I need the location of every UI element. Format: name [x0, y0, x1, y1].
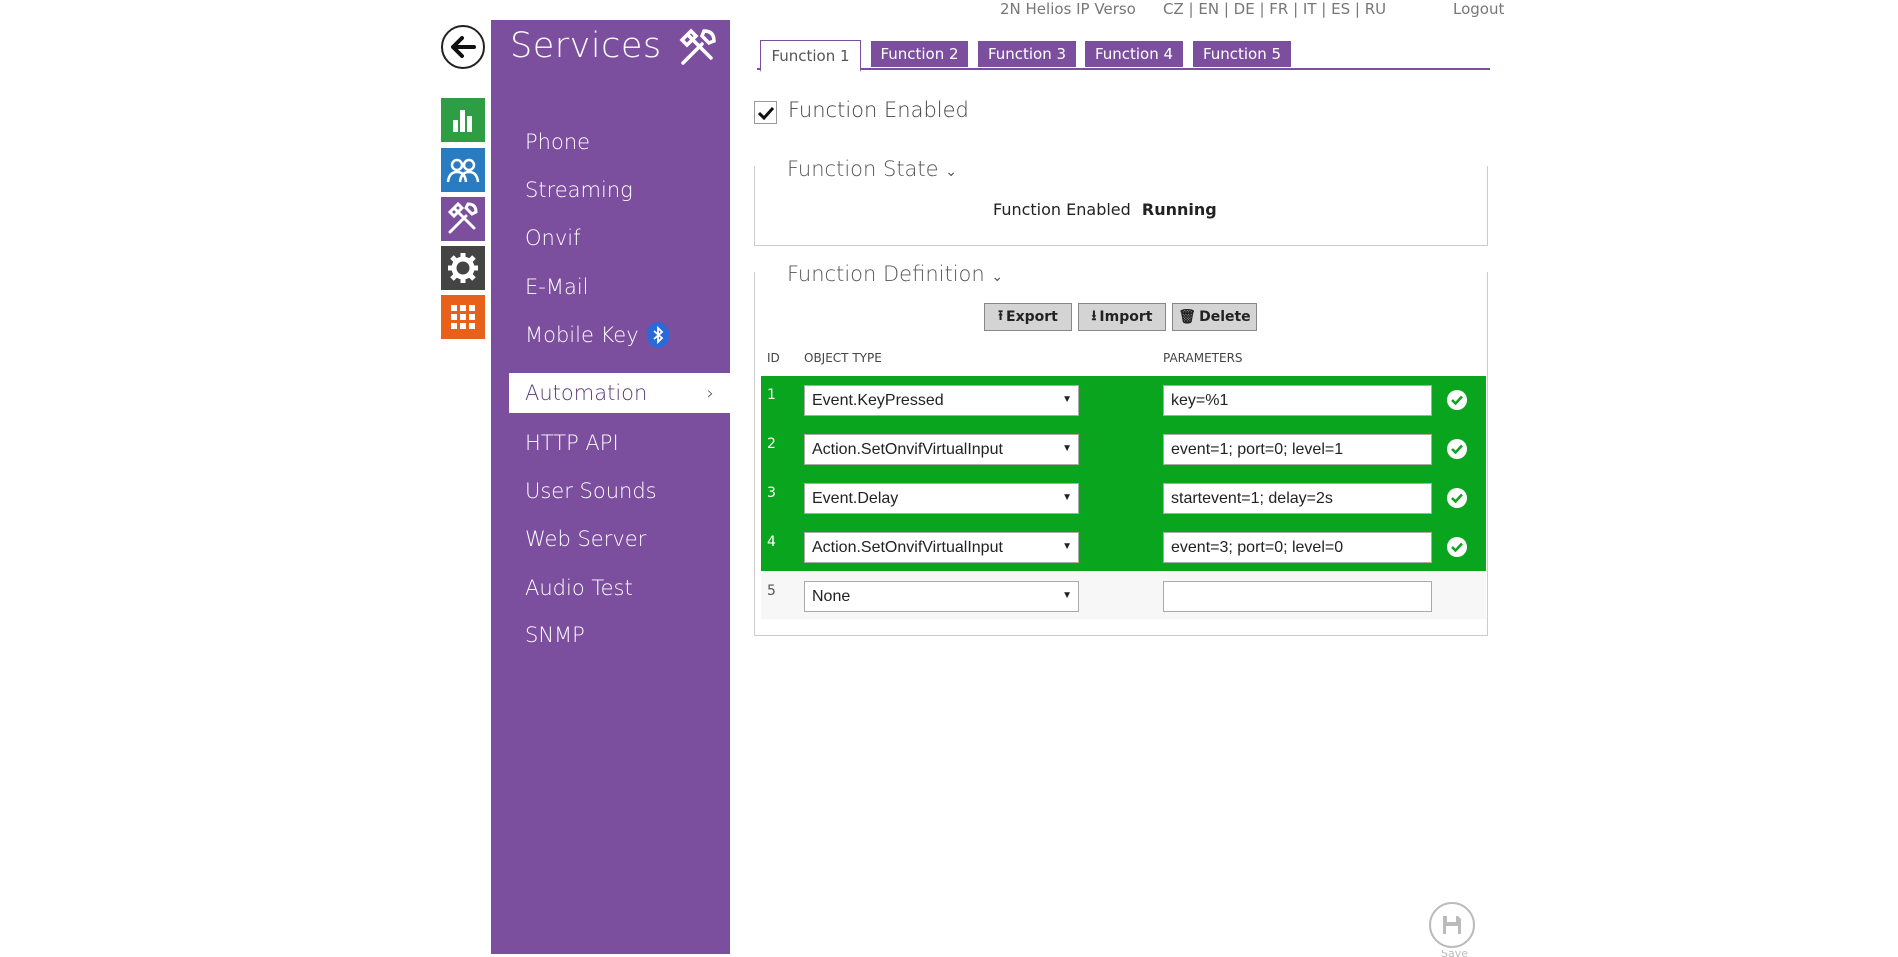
parameters-input[interactable]: startevent=1; delay=2s: [1163, 483, 1432, 514]
parameters-input[interactable]: key=%1: [1163, 385, 1432, 416]
tab-function-4[interactable]: Function 4: [1085, 41, 1183, 67]
column-header-parameters: PARAMETERS: [1163, 351, 1243, 365]
dropdown-arrow-icon: ▼: [1062, 443, 1072, 454]
tab-function-1[interactable]: Function 1: [760, 40, 861, 72]
row-id: 5: [767, 583, 776, 599]
object-type-select[interactable]: Action.SetOnvifVirtualInput ▼: [804, 532, 1079, 563]
parameters-input[interactable]: event=1; port=0; level=1: [1163, 434, 1432, 465]
row-id: 4: [767, 534, 776, 550]
sidebar-item-snmp[interactable]: SNMP: [525, 623, 585, 647]
export-button[interactable]: ⭱ Export: [984, 303, 1072, 331]
function-tabs: Function 1 Function 2 Function 3 Functio…: [757, 40, 1490, 72]
state-label: Function Enabled: [993, 200, 1131, 219]
lang-fr[interactable]: FR: [1269, 0, 1288, 18]
select-value: Event.KeyPressed: [812, 391, 944, 409]
trash-icon: 🗑: [1178, 309, 1197, 325]
check-circle-icon: [1447, 439, 1467, 459]
logout-link[interactable]: Logout: [1453, 0, 1504, 18]
chevron-down-icon: ⌄: [991, 269, 1004, 285]
object-type-select[interactable]: None ▼: [804, 581, 1079, 612]
hardware-icon[interactable]: [441, 246, 485, 290]
tools-icon: [678, 28, 718, 72]
check-circle-icon: [1447, 390, 1467, 410]
select-value: Action.SetOnvifVirtualInput: [812, 538, 1003, 556]
check-circle-icon: [1447, 537, 1467, 557]
dropdown-arrow-icon: ▼: [1062, 394, 1072, 405]
parameters-input[interactable]: event=3; port=0; level=0: [1163, 532, 1432, 563]
row-id: 3: [767, 485, 776, 501]
arrow-left-icon: [451, 36, 476, 58]
object-type-select[interactable]: Event.Delay ▼: [804, 483, 1079, 514]
sidebar-title: Services: [510, 26, 662, 66]
dropdown-arrow-icon: ▼: [1062, 541, 1072, 552]
parameters-input[interactable]: [1163, 581, 1432, 612]
lang-en[interactable]: EN: [1198, 0, 1219, 18]
lang-es[interactable]: ES: [1331, 0, 1350, 18]
delete-button[interactable]: 🗑 Delete: [1172, 303, 1257, 331]
select-value: None: [812, 587, 851, 605]
bluetooth-icon: [646, 322, 669, 348]
directory-icon[interactable]: [441, 148, 485, 192]
section-title: Function State: [787, 157, 939, 181]
lang-cz[interactable]: CZ: [1163, 0, 1184, 18]
sidebar-item-onvif[interactable]: Onvif: [525, 226, 581, 250]
lang-de[interactable]: DE: [1234, 0, 1255, 18]
import-button[interactable]: ⭳ Import: [1078, 303, 1166, 331]
button-label: Import: [1099, 309, 1153, 325]
select-value: Action.SetOnvifVirtualInput: [812, 440, 1003, 458]
sidebar-item-http-api[interactable]: HTTP API: [525, 431, 619, 455]
device-name: 2N Helios IP Verso: [1000, 0, 1136, 18]
status-icon[interactable]: [441, 98, 485, 142]
function-definition-toggle[interactable]: Function Definition ⌄: [787, 262, 1009, 286]
lang-it[interactable]: IT: [1303, 0, 1317, 18]
sidebar-item-web-server[interactable]: Web Server: [525, 527, 646, 551]
column-header-object-type: OBJECT TYPE: [804, 351, 882, 365]
chevron-down-icon: ⌄: [945, 164, 958, 180]
section-title: Function Definition: [787, 262, 985, 286]
services-icon[interactable]: [441, 197, 485, 241]
sidebar-item-audio-test[interactable]: Audio Test: [525, 576, 633, 600]
tab-function-3[interactable]: Function 3: [978, 41, 1076, 67]
sidebar-item-streaming[interactable]: Streaming: [525, 178, 633, 202]
sidebar-item-mobile-key[interactable]: Mobile Key: [525, 322, 669, 348]
sidebar-item-email[interactable]: E-Mail: [525, 275, 589, 299]
button-label: Export: [1006, 309, 1058, 325]
button-label: Delete: [1199, 309, 1251, 325]
function-state-toggle[interactable]: Function State ⌄: [787, 157, 963, 181]
row-id: 1: [767, 387, 776, 403]
state-value: Running: [1141, 200, 1217, 219]
column-header-id: ID: [767, 351, 780, 365]
upload-icon: ⭱: [998, 308, 1004, 324]
object-type-select[interactable]: Event.KeyPressed ▼: [804, 385, 1079, 416]
floppy-disk-icon: [1443, 916, 1461, 934]
services-sidebar: Services Phone Streaming Onvif E-Mail Mo…: [491, 20, 730, 954]
check-circle-icon: [1447, 488, 1467, 508]
sidebar-item-label: Mobile Key: [525, 323, 639, 347]
lang-ru[interactable]: RU: [1365, 0, 1386, 18]
dropdown-arrow-icon: ▼: [1062, 492, 1072, 503]
function-state-row: Function Enabled Running: [993, 200, 1217, 219]
chevron-right-icon: ›: [706, 382, 714, 404]
sidebar-item-automation[interactable]: Automation ›: [509, 373, 730, 413]
tab-function-2[interactable]: Function 2: [871, 41, 968, 67]
select-value: Event.Delay: [812, 489, 899, 507]
dropdown-arrow-icon: ▼: [1062, 590, 1072, 601]
download-icon: ⭳: [1091, 308, 1097, 324]
save-button[interactable]: [1429, 902, 1475, 948]
object-type-select[interactable]: Action.SetOnvifVirtualInput ▼: [804, 434, 1079, 465]
row-id: 2: [767, 436, 776, 452]
sidebar-item-phone[interactable]: Phone: [525, 130, 590, 154]
function-enabled-label: Function Enabled: [788, 98, 969, 122]
sidebar-item-label: Automation: [525, 381, 648, 405]
sidebar-item-user-sounds[interactable]: User Sounds: [525, 479, 657, 503]
language-selector: CZ | EN | DE | FR | IT | ES | RU: [1163, 0, 1387, 18]
back-button[interactable]: [441, 25, 485, 69]
system-icon[interactable]: [441, 295, 485, 339]
save-label: Save: [1441, 950, 1469, 957]
checkmark-icon: [757, 106, 774, 120]
function-enabled-checkbox[interactable]: [754, 101, 777, 124]
tab-function-5[interactable]: Function 5: [1193, 41, 1291, 67]
